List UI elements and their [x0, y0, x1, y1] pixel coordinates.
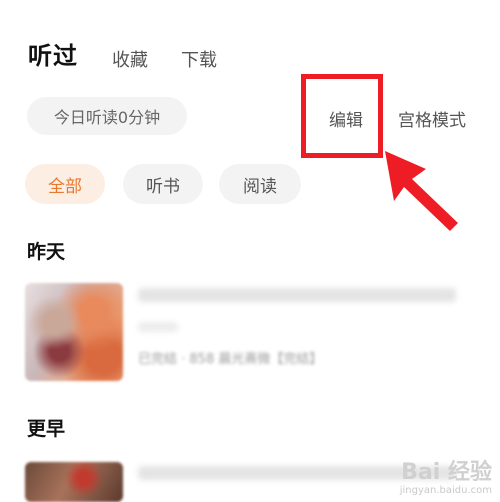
section-yesterday: 昨天	[27, 241, 66, 263]
book-title-blurred[interactable]	[138, 288, 456, 302]
watermark-url: jingyan.baidu.com	[399, 485, 492, 496]
tab-downloads[interactable]: 下载	[181, 46, 217, 72]
grid-mode-button[interactable]: 宫格模式	[398, 106, 466, 131]
filter-all[interactable]: 全部	[25, 164, 105, 204]
book-cover[interactable]	[25, 462, 123, 502]
book-cover[interactable]	[25, 283, 123, 381]
today-listening-time-text: 今日听读0分钟	[53, 108, 161, 127]
book-meta: 已完结 · 858 晨光熹微【完结】	[138, 352, 323, 367]
tab-favorites[interactable]: 收藏	[112, 46, 148, 72]
filter-read-label: 阅读	[243, 176, 277, 197]
filter-listen[interactable]: 听书	[123, 164, 203, 204]
today-listening-time: 今日听读0分钟	[27, 97, 187, 135]
filter-all-label: 全部	[48, 176, 82, 197]
tab-history[interactable]: 听过	[28, 36, 78, 71]
book-subtitle-blurred	[138, 322, 178, 332]
section-earlier: 更早	[27, 418, 66, 440]
pointer-arrow-icon	[385, 151, 458, 231]
filter-read[interactable]: 阅读	[219, 164, 301, 204]
watermark: Bai 经验 jingyan.baidu.com	[399, 459, 492, 496]
watermark-brand: Bai 经验	[401, 459, 492, 485]
filter-listen-label: 听书	[146, 176, 180, 197]
